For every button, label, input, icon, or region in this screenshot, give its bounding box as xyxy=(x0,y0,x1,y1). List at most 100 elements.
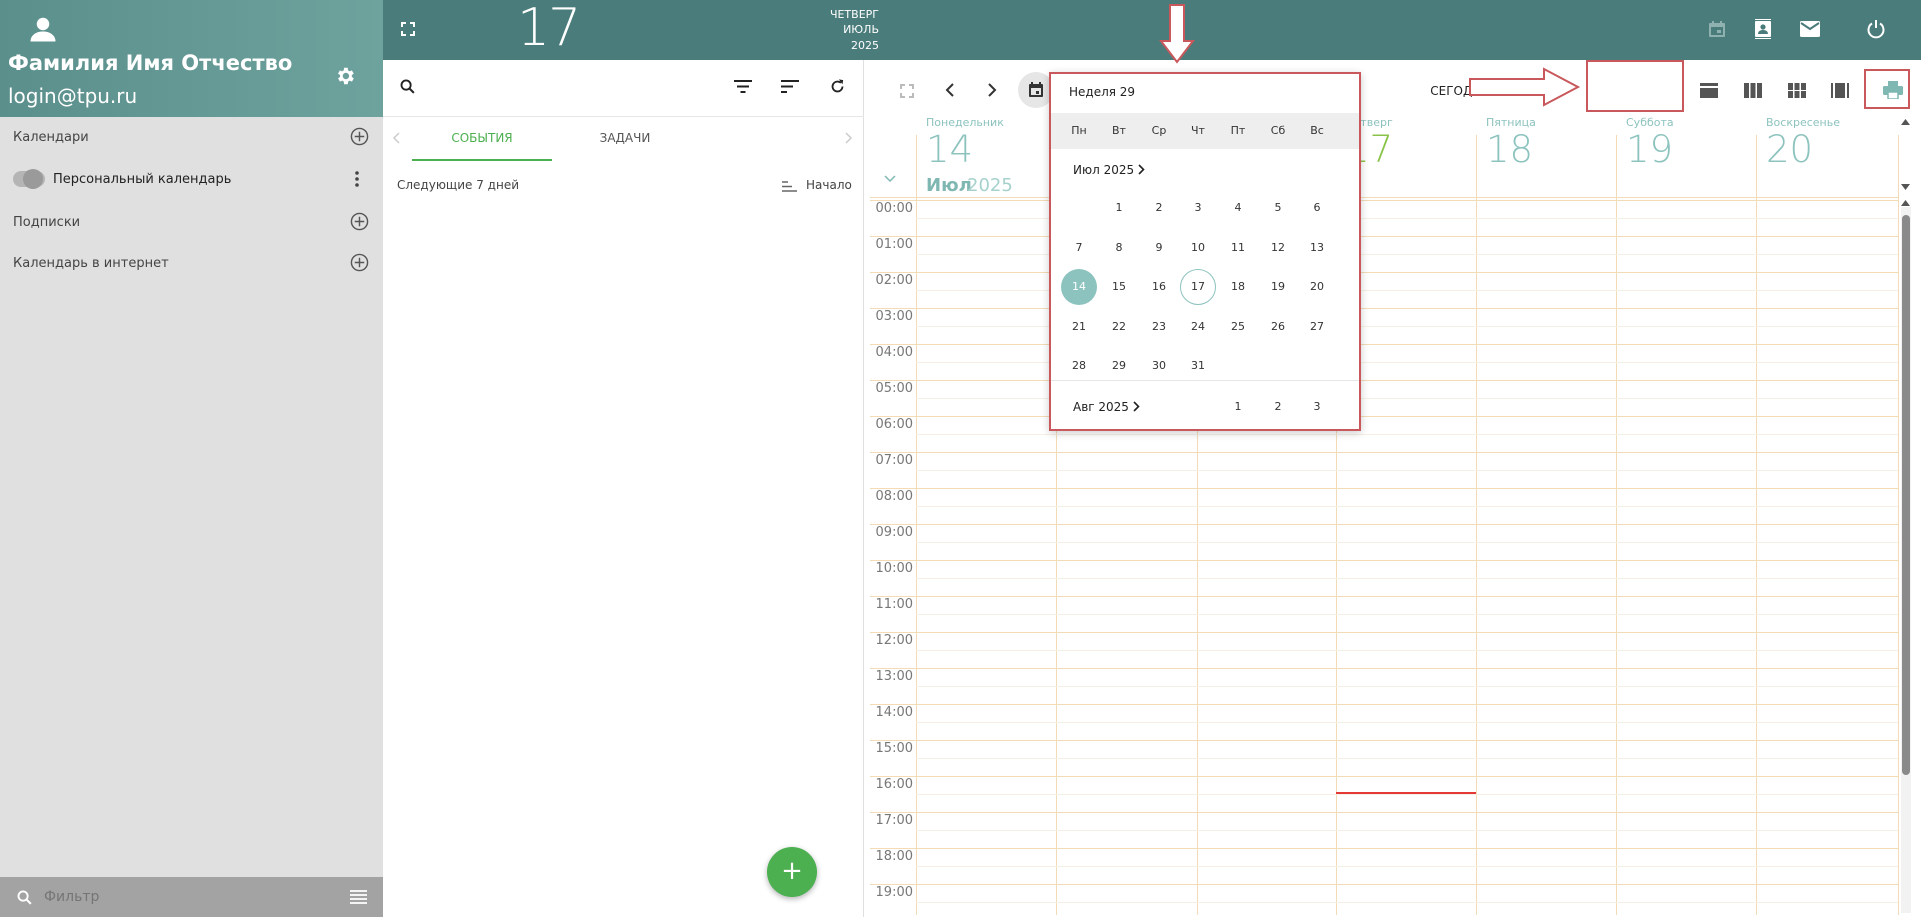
datepicker-month2-label[interactable]: Авг 2025 xyxy=(1073,400,1129,414)
filter-input[interactable] xyxy=(44,886,324,908)
datepicker-day[interactable]: 28 xyxy=(1061,348,1097,384)
week-view-icon[interactable] xyxy=(1744,83,1762,98)
list-menu-icon[interactable] xyxy=(350,890,367,904)
datepicker-day[interactable]: 8 xyxy=(1101,230,1137,266)
next-week-icon[interactable] xyxy=(988,83,997,97)
range-label[interactable]: Следующие 7 дней xyxy=(397,178,519,192)
week-year-label: 2025 xyxy=(967,175,1013,196)
search-icon[interactable] xyxy=(399,78,416,95)
datepicker-day[interactable]: 22 xyxy=(1101,309,1137,345)
datepicker-day[interactable]: 14 xyxy=(1061,269,1097,305)
filter-icon[interactable] xyxy=(734,80,752,93)
annotation-print-highlight xyxy=(1864,69,1910,109)
tab-tasks[interactable]: ЗАДАЧИ xyxy=(555,131,695,145)
datepicker-day[interactable]: 10 xyxy=(1180,230,1216,266)
datepicker-day[interactable]: 31 xyxy=(1180,348,1216,384)
datepicker-day[interactable]: 13 xyxy=(1299,230,1335,266)
header-scroll-up-icon[interactable] xyxy=(1901,119,1910,125)
header-day: 17 xyxy=(517,0,581,58)
datepicker-popup: Неделя 29 Пн Вт Ср Чт Пт Сб Вс Июл 2025 123456… xyxy=(1049,72,1361,431)
hour-line xyxy=(870,380,1898,381)
power-icon[interactable] xyxy=(1866,19,1886,39)
settings-gear-icon[interactable] xyxy=(334,65,356,87)
half-hour-line xyxy=(916,902,1898,903)
datepicker-day[interactable]: 2 xyxy=(1141,190,1177,226)
month1-chevron-icon[interactable] xyxy=(1138,164,1145,175)
month2-chevron-icon[interactable] xyxy=(1133,401,1140,412)
tabs-scroll-left-icon[interactable] xyxy=(392,132,400,144)
datepicker-day[interactable]: 29 xyxy=(1101,348,1137,384)
fullscreen-icon[interactable] xyxy=(401,22,415,36)
day-number[interactable]: 20 xyxy=(1766,128,1813,171)
half-hour-line xyxy=(916,614,1898,615)
expand-view-icon[interactable] xyxy=(900,84,914,98)
sort-icon[interactable] xyxy=(781,80,799,93)
datepicker-day[interactable]: 1 xyxy=(1101,190,1137,226)
header-scroll-down-icon[interactable] xyxy=(1901,184,1910,190)
half-hour-line xyxy=(916,758,1898,759)
day-view-icon[interactable] xyxy=(1700,83,1718,98)
datepicker-day[interactable]: 17 xyxy=(1180,269,1216,305)
add-internet-calendar-icon[interactable] xyxy=(350,253,369,272)
refresh-icon[interactable] xyxy=(829,78,846,95)
subscriptions-section-label: Подписки xyxy=(13,215,81,230)
datepicker-day[interactable]: 3 xyxy=(1299,389,1335,425)
datepicker-day[interactable]: 23 xyxy=(1141,309,1177,345)
contacts-icon[interactable] xyxy=(1754,19,1772,39)
grid-scroll-up-icon[interactable] xyxy=(1901,200,1910,206)
tab-events[interactable]: СОБЫТИЯ xyxy=(412,131,552,145)
datepicker-day[interactable]: 3 xyxy=(1180,190,1216,226)
week-month-label: Июл xyxy=(926,175,972,196)
hour-line xyxy=(870,776,1898,777)
datepicker-day[interactable]: 12 xyxy=(1260,230,1296,266)
datepicker-day[interactable]: 2 xyxy=(1260,389,1296,425)
grid-column-line xyxy=(916,135,917,915)
list-view-icon[interactable] xyxy=(1831,83,1849,98)
datepicker-month1-label[interactable]: Июл 2025 xyxy=(1073,163,1134,177)
datepicker-day[interactable]: 15 xyxy=(1101,269,1137,305)
datepicker-day[interactable]: 5 xyxy=(1260,190,1296,226)
datepicker-day[interactable]: 25 xyxy=(1220,309,1256,345)
month-view-icon[interactable] xyxy=(1788,83,1806,98)
grid-scrollbar-thumb[interactable] xyxy=(1902,215,1910,775)
datepicker-day[interactable]: 27 xyxy=(1299,309,1335,345)
datepicker-day[interactable]: 11 xyxy=(1220,230,1256,266)
datepicker-day[interactable]: 26 xyxy=(1260,309,1296,345)
datepicker-day[interactable]: 21 xyxy=(1061,309,1097,345)
hour-line xyxy=(870,524,1898,525)
datepicker-day[interactable]: 6 xyxy=(1299,190,1335,226)
sort-start-icon[interactable] xyxy=(782,181,797,192)
personal-calendar-toggle[interactable] xyxy=(13,169,45,189)
day-number[interactable]: 19 xyxy=(1626,128,1673,171)
grid-column-line xyxy=(1476,135,1477,915)
datepicker-day[interactable]: 30 xyxy=(1141,348,1177,384)
prev-week-icon[interactable] xyxy=(945,83,954,97)
add-event-button[interactable]: + xyxy=(767,847,817,897)
calendar-app-icon[interactable] xyxy=(1708,20,1726,38)
personal-calendar-label[interactable]: Персональный календарь xyxy=(53,172,231,187)
datepicker-day[interactable]: 24 xyxy=(1180,309,1216,345)
user-avatar-icon[interactable] xyxy=(28,14,58,44)
datepicker-month-divider xyxy=(1051,380,1359,381)
hour-label: 12:00 xyxy=(875,633,913,648)
add-calendar-icon[interactable] xyxy=(350,127,369,146)
collapse-allday-icon[interactable] xyxy=(884,175,896,183)
day-number[interactable]: 18 xyxy=(1486,128,1533,171)
datepicker-day[interactable]: 4 xyxy=(1220,190,1256,226)
datepicker-day[interactable]: 7 xyxy=(1061,230,1097,266)
hour-label: 10:00 xyxy=(875,561,913,576)
datepicker-day[interactable]: 9 xyxy=(1141,230,1177,266)
datepicker-day[interactable]: 16 xyxy=(1141,269,1177,305)
more-vertical-icon[interactable] xyxy=(354,170,360,188)
half-hour-line xyxy=(916,794,1898,795)
tabs-scroll-right-icon[interactable] xyxy=(845,132,853,144)
sort-start-label[interactable]: Начало xyxy=(806,178,852,192)
datepicker-day[interactable]: 20 xyxy=(1299,269,1335,305)
mail-icon[interactable] xyxy=(1800,21,1820,37)
datepicker-day[interactable]: 19 xyxy=(1260,269,1296,305)
datepicker-day[interactable]: 1 xyxy=(1220,389,1256,425)
day-number[interactable]: 14 xyxy=(926,128,973,171)
sidebar: Фамилия Имя Отчество login@tpu.ru Календ… xyxy=(0,0,383,917)
datepicker-day[interactable]: 18 xyxy=(1220,269,1256,305)
add-subscription-icon[interactable] xyxy=(350,212,369,231)
